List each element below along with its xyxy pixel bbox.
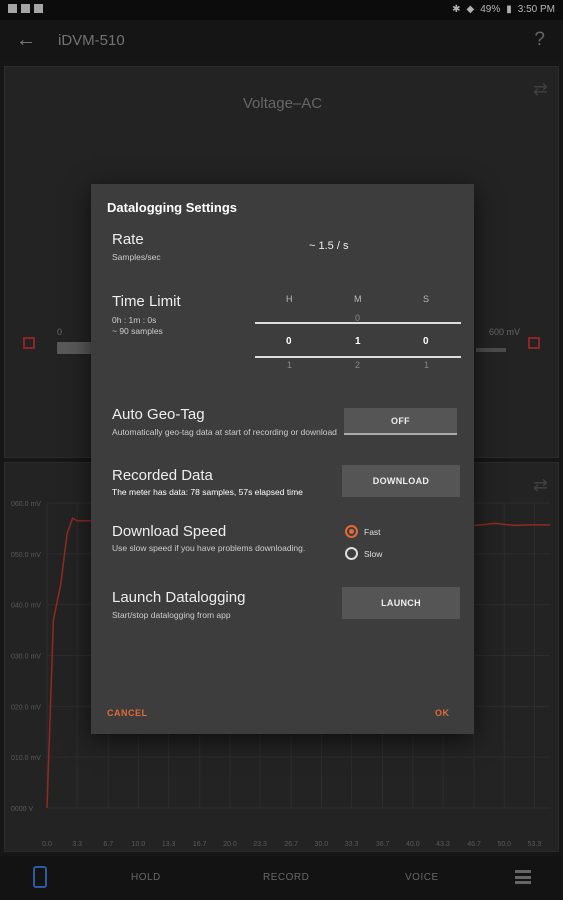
fast-radio[interactable] — [345, 525, 358, 538]
time-limit-value: 0h : 1m : 0s — [112, 315, 157, 325]
seconds-picker[interactable]: 0 — [423, 336, 429, 347]
geo-tag-sublabel: Automatically geo-tag data at start of r… — [112, 427, 337, 437]
fast-radio-label[interactable]: Fast — [364, 527, 381, 537]
launch-button[interactable]: LAUNCH — [342, 587, 460, 619]
ok-button[interactable]: OK — [435, 708, 450, 718]
minutes-header: M — [354, 294, 362, 304]
rate-label: Rate — [112, 231, 144, 248]
picker-divider-bottom — [255, 356, 461, 358]
cancel-button[interactable]: CANCEL — [107, 708, 148, 718]
recorded-data-sublabel: The meter has data: 78 samples, 57s elap… — [112, 487, 303, 497]
recorded-data-label: Recorded Data — [112, 467, 213, 484]
time-limit-samples: ~ 90 samples — [112, 326, 163, 336]
hours-picker[interactable]: 0 — [286, 336, 292, 347]
slow-radio-label[interactable]: Slow — [364, 549, 382, 559]
minutes-next: 2 — [355, 360, 361, 370]
download-button[interactable]: DOWNLOAD — [342, 465, 460, 497]
download-speed-label: Download Speed — [112, 523, 227, 540]
launch-datalogging-sublabel: Start/stop datalogging from app — [112, 610, 231, 620]
slow-radio[interactable] — [345, 547, 358, 560]
rate-value[interactable]: ~ 1.5 / s — [309, 240, 348, 252]
download-speed-sublabel: Use slow speed if you have problems down… — [112, 543, 306, 553]
geo-tag-label: Auto Geo-Tag — [112, 406, 205, 423]
minutes-picker[interactable]: 1 — [355, 336, 361, 347]
time-limit-label: Time Limit — [112, 293, 181, 310]
seconds-next: 1 — [424, 360, 430, 370]
seconds-header: S — [423, 294, 430, 304]
dialog-title: Datalogging Settings — [107, 200, 237, 215]
hours-next: 1 — [287, 360, 293, 370]
picker-divider-top — [255, 322, 461, 324]
geo-tag-toggle[interactable]: OFF — [344, 408, 457, 435]
launch-datalogging-label: Launch Datalogging — [112, 589, 246, 606]
rate-sublabel: Samples/sec — [112, 252, 161, 262]
hours-header: H — [286, 294, 293, 304]
datalogging-settings-dialog: Datalogging Settings Rate Samples/sec ~ … — [91, 184, 474, 734]
